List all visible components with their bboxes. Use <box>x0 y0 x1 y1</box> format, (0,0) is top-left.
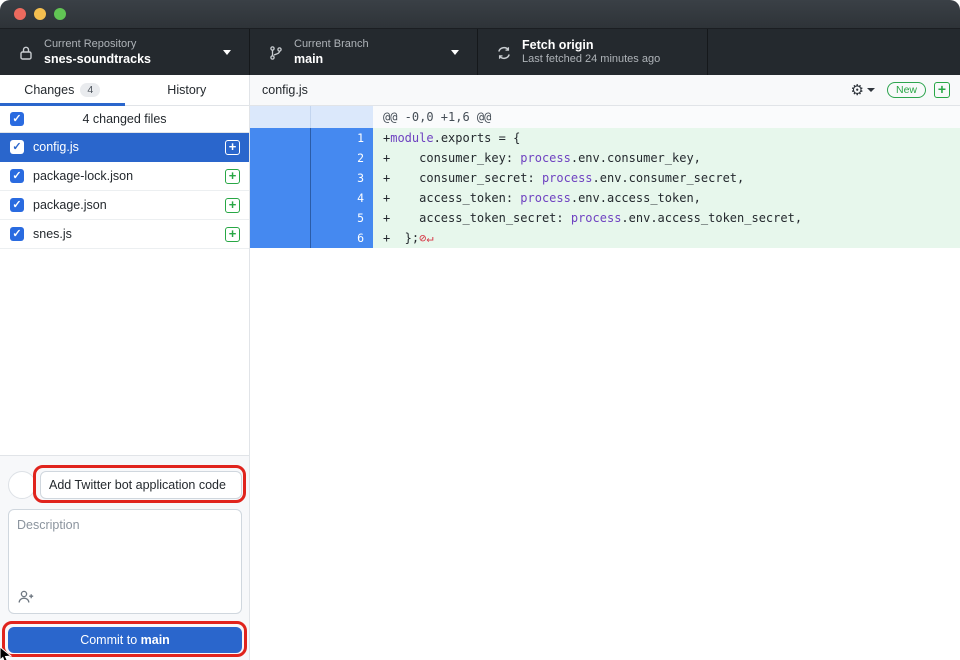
line-number: 2 <box>311 148 372 168</box>
file-row[interactable]: ✓ package-lock.json+ <box>0 162 249 191</box>
tab-changes[interactable]: Changes 4 <box>0 75 125 105</box>
avatar <box>8 471 36 499</box>
file-checkbox[interactable]: ✓ <box>10 198 24 212</box>
commit-panel: Commit to main <box>0 455 249 660</box>
file-name: package-lock.json <box>33 169 225 183</box>
lock-icon <box>18 45 34 61</box>
file-name: package.json <box>33 198 225 212</box>
hunk-gutter <box>250 106 373 128</box>
branch-label: Current Branch <box>294 38 369 52</box>
diff-header: config.js ⚙ New + <box>250 75 960 106</box>
diff-line[interactable]: 6+ };⊘↵ <box>250 228 960 248</box>
close-window-button[interactable] <box>14 8 26 20</box>
diff-line[interactable]: 3+ consumer_secret: process.env.consumer… <box>250 168 960 188</box>
diff-line[interactable]: 2+ consumer_key: process.env.consumer_ke… <box>250 148 960 168</box>
repo-name: snes-soundtracks <box>44 52 151 68</box>
commit-description-box <box>8 509 242 614</box>
chevron-down-icon[interactable] <box>867 88 875 92</box>
diff-line-gutter[interactable]: 6 <box>250 228 373 248</box>
diff-line-gutter[interactable]: 3 <box>250 168 373 188</box>
diff-line-gutter[interactable]: 5 <box>250 208 373 228</box>
file-checkbox[interactable]: ✓ <box>10 169 24 183</box>
diff-line-code: +module.exports = { <box>373 128 960 148</box>
hunk-header-row: @@ -0,0 +1,6 @@ <box>250 106 960 128</box>
zoom-window-button[interactable] <box>54 8 66 20</box>
changes-count-badge: 4 <box>80 83 100 97</box>
commit-button-branch: main <box>141 633 170 647</box>
diff-line[interactable]: 1+module.exports = { <box>250 128 960 148</box>
line-number: 3 <box>311 168 372 188</box>
titlebar <box>0 0 960 28</box>
added-file-icon: + <box>225 169 240 184</box>
tab-history-label: History <box>167 83 206 97</box>
diff-line-gutter[interactable]: 2 <box>250 148 373 168</box>
sidebar: Changes 4 History ✓ 4 changed files ✓ con… <box>0 75 250 660</box>
add-coauthor-icon[interactable] <box>17 589 35 605</box>
line-number: 6 <box>311 228 372 248</box>
chevron-down-icon <box>451 50 459 55</box>
gear-icon[interactable]: ⚙ <box>851 81 864 99</box>
branch-name: main <box>294 52 369 68</box>
commit-summary-input[interactable] <box>40 471 242 499</box>
hunk-header-text: @@ -0,0 +1,6 @@ <box>373 106 960 128</box>
line-number: 5 <box>311 208 372 228</box>
file-checkbox[interactable]: ✓ <box>10 140 24 154</box>
changed-files-summary-row: ✓ 4 changed files <box>0 106 249 133</box>
diff-line-code: + consumer_secret: process.env.consumer_… <box>373 168 960 188</box>
diff-lines: 1+module.exports = {2+ consumer_key: pro… <box>250 128 960 248</box>
file-row[interactable]: ✓ package.json+ <box>0 191 249 220</box>
added-file-icon: + <box>225 227 240 242</box>
file-name: config.js <box>33 140 225 154</box>
sync-icon <box>496 45 512 61</box>
diff-line-gutter[interactable]: 1 <box>250 128 373 148</box>
current-repository-dropdown[interactable]: Current Repository snes-soundtracks <box>0 29 250 76</box>
file-row[interactable]: ✓ snes.js+ <box>0 220 249 249</box>
file-row[interactable]: ✓ config.js+ <box>0 133 249 162</box>
diff-line[interactable]: 4+ access_token: process.env.access_toke… <box>250 188 960 208</box>
current-branch-dropdown[interactable]: Current Branch main <box>250 29 478 76</box>
github-desktop-window: Current Repository snes-soundtracks Curr… <box>0 0 960 660</box>
tab-history[interactable]: History <box>125 75 250 105</box>
diff-line-code: + access_token_secret: process.env.acces… <box>373 208 960 228</box>
toolbar: Current Repository snes-soundtracks Curr… <box>0 28 960 75</box>
git-branch-icon <box>268 45 284 61</box>
commit-description-input[interactable] <box>9 510 241 590</box>
repo-label: Current Repository <box>44 38 151 52</box>
file-checkbox[interactable]: ✓ <box>10 227 24 241</box>
chevron-down-icon <box>223 50 231 55</box>
diff-body: @@ -0,0 +1,6 @@ 1+module.exports = {2+ c… <box>250 106 960 248</box>
fetch-subtitle: Last fetched 24 minutes ago <box>522 53 660 67</box>
added-file-icon: + <box>225 140 240 155</box>
diff-line[interactable]: 5+ access_token_secret: process.env.acce… <box>250 208 960 228</box>
diff-panel: config.js ⚙ New + @@ -0,0 +1,6 @@ 1+modu… <box>250 75 960 660</box>
diff-line-code: + consumer_key: process.env.consumer_key… <box>373 148 960 168</box>
added-file-icon: + <box>225 198 240 213</box>
fetch-origin-button[interactable]: Fetch origin Last fetched 24 minutes ago <box>478 29 708 76</box>
commit-button-prefix: Commit to <box>80 633 140 647</box>
diff-file-title: config.js <box>262 83 851 97</box>
tab-changes-label: Changes <box>24 83 74 97</box>
line-number: 1 <box>311 128 372 148</box>
commit-button[interactable]: Commit to main <box>8 627 242 653</box>
diff-line-gutter[interactable]: 4 <box>250 188 373 208</box>
new-file-badge: New <box>887 82 926 98</box>
file-name: snes.js <box>33 227 225 241</box>
fetch-title: Fetch origin <box>522 38 660 54</box>
sidebar-tabbar: Changes 4 History <box>0 75 249 106</box>
added-file-icon: + <box>934 82 950 98</box>
line-number: 4 <box>311 188 372 208</box>
file-list: ✓config.js+✓package-lock.json+✓package.j… <box>0 133 249 249</box>
minimize-window-button[interactable] <box>34 8 46 20</box>
mouse-cursor <box>0 646 14 660</box>
diff-line-code: + access_token: process.env.access_token… <box>373 188 960 208</box>
diff-line-code: + };⊘↵ <box>373 228 960 248</box>
changed-files-count: 4 changed files <box>0 112 249 126</box>
